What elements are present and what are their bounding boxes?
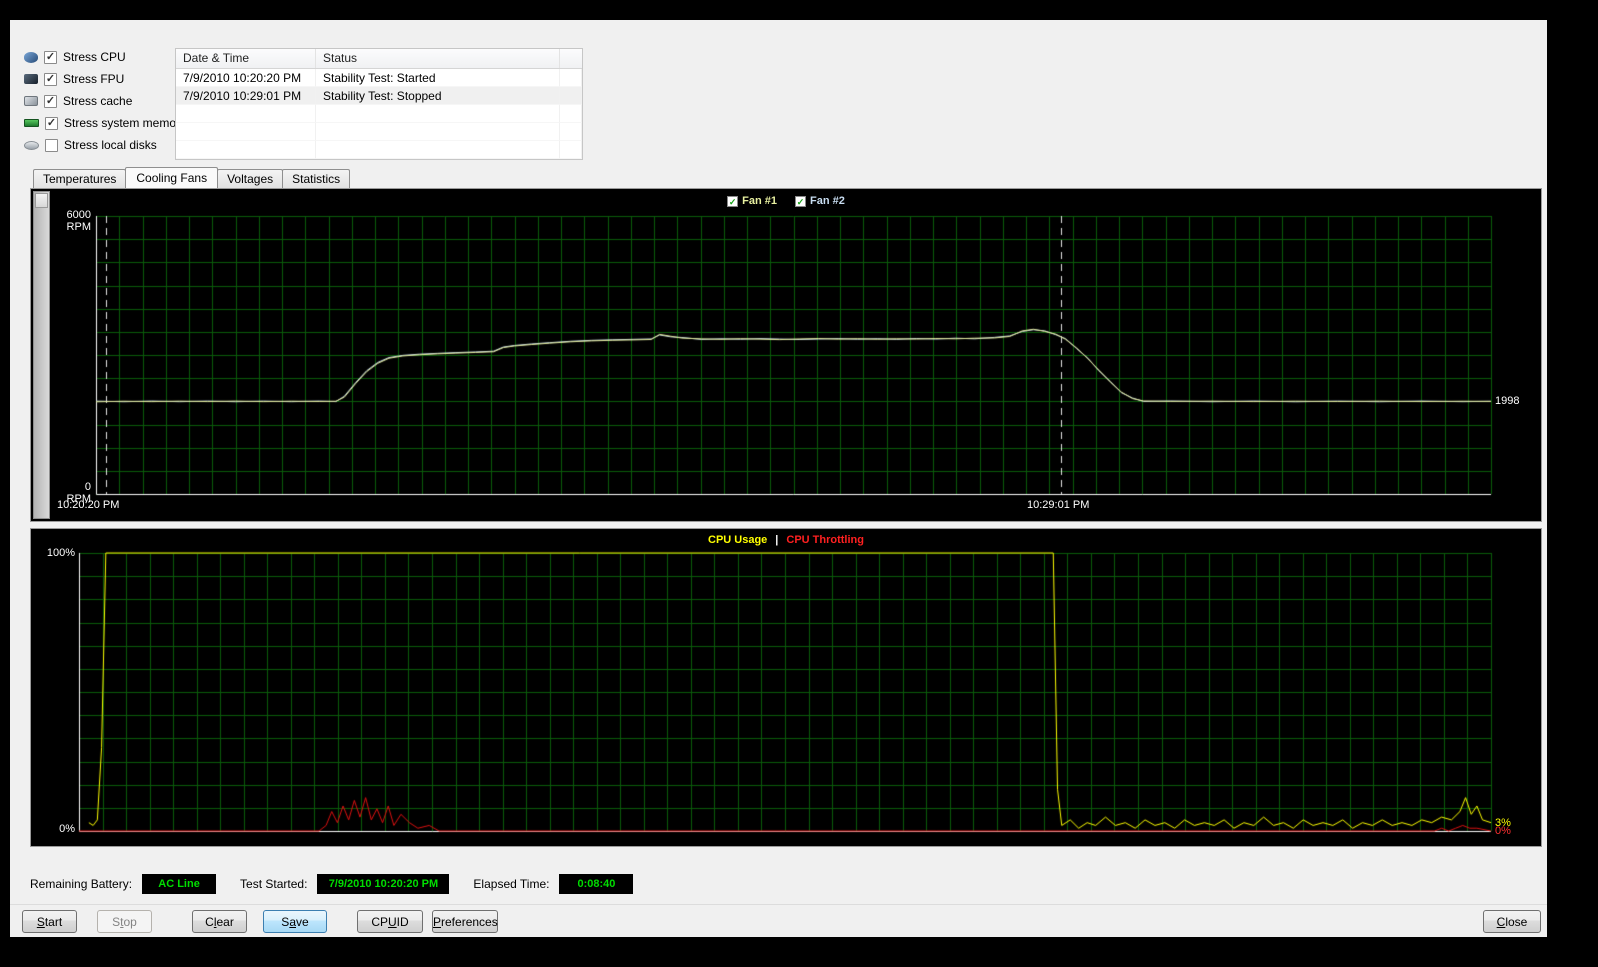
log-row-empty[interactable] <box>176 123 582 141</box>
cpu-chart-canvas <box>31 529 1541 846</box>
status-bar: Remaining Battery: AC Line Test Started:… <box>30 871 657 897</box>
cpu-icon <box>24 51 38 63</box>
tab-voltages[interactable]: Voltages <box>217 169 284 188</box>
stress-option-stress-fpu[interactable]: ✓ Stress FPU <box>24 68 174 90</box>
legend-item-: | <box>775 534 778 546</box>
fan-chart-canvas <box>31 189 1541 521</box>
fan-stop-time-label: 10:29:01 PM <box>1027 499 1090 511</box>
log-cell-spacer <box>560 141 582 159</box>
log-table-header: Date & Time Status <box>176 49 582 69</box>
fpu-icon <box>24 74 38 84</box>
close-button-wrap: Close <box>1483 910 1541 933</box>
cpu-chart-panel: CPU Usage | CPU Throttling 100% 0% 3% 0% <box>30 528 1542 847</box>
column-header-status[interactable]: Status <box>316 49 560 68</box>
tab-cooling-fans[interactable]: Cooling Fans <box>125 167 219 188</box>
chart-vertical-scrollbar[interactable] <box>33 191 50 519</box>
cpu-y-max-label: 100% <box>46 547 75 559</box>
series-current-value-label: 0% <box>1495 825 1511 837</box>
legend-label: CPU Throttling <box>786 534 864 546</box>
stress-options: ✓ Stress CPU ✓ Stress FPU ✓ Stress cache ✓ Stre… <box>24 46 186 156</box>
stress-option-stress-cache[interactable]: ✓ Stress cache <box>24 90 174 112</box>
disk-icon <box>24 140 39 150</box>
series-current-value-label: 1998 <box>1495 395 1520 407</box>
elapsed-time-label: Elapsed Time: <box>473 877 550 891</box>
legend-checkbox[interactable]: ✓ <box>795 195 806 207</box>
log-cell-datetime <box>176 141 316 159</box>
stress-option-stress-system-memory[interactable]: ✓ Stress system memory <box>24 112 186 134</box>
fan-y-min-value: 0 <box>84 481 91 493</box>
battery-value: AC Line <box>142 874 217 894</box>
stress-option-label: Stress system memory <box>64 116 187 130</box>
cpu-y-min-label: 0% <box>59 823 75 835</box>
legend-item-fan-1[interactable]: ✓ Fan #1 <box>727 195 777 207</box>
log-row-empty[interactable] <box>176 141 582 159</box>
stop-button[interactable]: Stop <box>97 910 152 933</box>
log-cell-status <box>316 123 560 141</box>
legend-item-fan-2[interactable]: ✓ Fan #2 <box>795 195 845 207</box>
log-cell-status: Stability Test: Stopped <box>316 87 560 105</box>
fan-legend: ✓ Fan #1 ✓ Fan #2 <box>31 195 1541 207</box>
test-started-value: 7/9/2010 10:20:20 PM <box>317 874 450 894</box>
legend-label: | <box>775 534 779 546</box>
log-table-body: 7/9/2010 10:20:20 PM Stability Test: Star… <box>176 69 582 159</box>
log-cell-status <box>316 105 560 123</box>
start-button[interactable]: Start <box>22 910 77 933</box>
stress-system-memory-checkbox[interactable]: ✓ <box>45 116 58 130</box>
legend-label: Fan #1 <box>742 195 777 207</box>
stress-option-stress-cpu[interactable]: ✓ Stress CPU <box>24 46 174 68</box>
legend-item-cpu-usage: CPU Usage <box>708 534 767 546</box>
save-button[interactable]: Save <box>263 910 327 933</box>
battery-label: Remaining Battery: <box>30 877 133 891</box>
test-started-label: Test Started: <box>240 877 308 891</box>
cpuid-button[interactable]: CPUID <box>357 910 423 933</box>
fan-y-max-value: 6000 <box>66 209 91 221</box>
column-header-spacer <box>560 49 582 68</box>
log-row-1[interactable]: 7/9/2010 10:29:01 PM Stability Test: Stop… <box>176 87 582 105</box>
footer-button-row: Start Stop Clear Save CPUID Preferences <box>10 910 498 933</box>
legend-item-cpu-throttling: CPU Throttling <box>786 534 864 546</box>
fan-start-time-label: 10:20:20 PM <box>57 499 120 511</box>
log-cell-spacer <box>560 69 582 87</box>
column-header-date-time[interactable]: Date & Time <box>176 49 316 68</box>
stability-test-window: ✓ Stress CPU ✓ Stress FPU ✓ Stress cache ✓ Stre… <box>10 20 1547 937</box>
footer: Start Stop Clear Save CPUID Preferences Close <box>10 904 1547 937</box>
memory-icon <box>24 119 39 127</box>
close-button[interactable]: Close <box>1483 910 1541 933</box>
preferences-button[interactable]: Preferences <box>432 910 498 933</box>
tab-temperatures[interactable]: Temperatures <box>33 169 127 188</box>
log-cell-datetime: 7/9/2010 10:20:20 PM <box>176 69 316 87</box>
legend-label: CPU Usage <box>708 534 768 546</box>
stress-option-label: Stress FPU <box>63 72 125 86</box>
tab-strip: Temperatures Cooling Fans Voltages Statisti… <box>33 167 351 188</box>
log-cell-spacer <box>560 87 582 105</box>
log-cell-status: Stability Test: Started <box>316 69 560 87</box>
log-cell-spacer <box>560 105 582 123</box>
stress-option-label: Stress CPU <box>63 50 126 64</box>
cpu-legend: CPU Usage | CPU Throttling <box>31 534 1541 546</box>
cache-icon <box>24 96 38 106</box>
stress-fpu-checkbox[interactable]: ✓ <box>44 72 57 86</box>
stress-cpu-checkbox[interactable]: ✓ <box>44 50 57 64</box>
clear-button[interactable]: Clear <box>192 910 247 933</box>
fan-y-max-unit: RPM <box>66 221 91 233</box>
fan-chart-panel: ✓ Fan #1 ✓ Fan #2 6000 RPM 0 RPM 10:20:20 P… <box>30 188 1542 522</box>
tab-statistics[interactable]: Statistics <box>282 169 351 188</box>
stress-option-label: Stress cache <box>63 94 133 108</box>
legend-label: Fan #2 <box>810 195 845 207</box>
stress-local-disks-checkbox[interactable] <box>45 138 58 152</box>
log-cell-datetime <box>176 105 316 123</box>
stress-option-stress-local-disks[interactable]: Stress local disks <box>24 134 174 156</box>
log-row-0[interactable]: 7/9/2010 10:20:20 PM Stability Test: Star… <box>176 69 582 87</box>
elapsed-time-value: 0:08:40 <box>559 874 634 894</box>
stress-cache-checkbox[interactable]: ✓ <box>44 94 57 108</box>
log-cell-datetime <box>176 123 316 141</box>
log-cell-datetime: 7/9/2010 10:29:01 PM <box>176 87 316 105</box>
stress-option-label: Stress local disks <box>64 138 157 152</box>
log-row-empty[interactable] <box>176 105 582 123</box>
log-cell-spacer <box>560 123 582 141</box>
log-table: Date & Time Status 7/9/2010 10:20:20 PM S… <box>175 48 583 160</box>
log-cell-status <box>316 141 560 159</box>
legend-checkbox[interactable]: ✓ <box>727 195 739 207</box>
